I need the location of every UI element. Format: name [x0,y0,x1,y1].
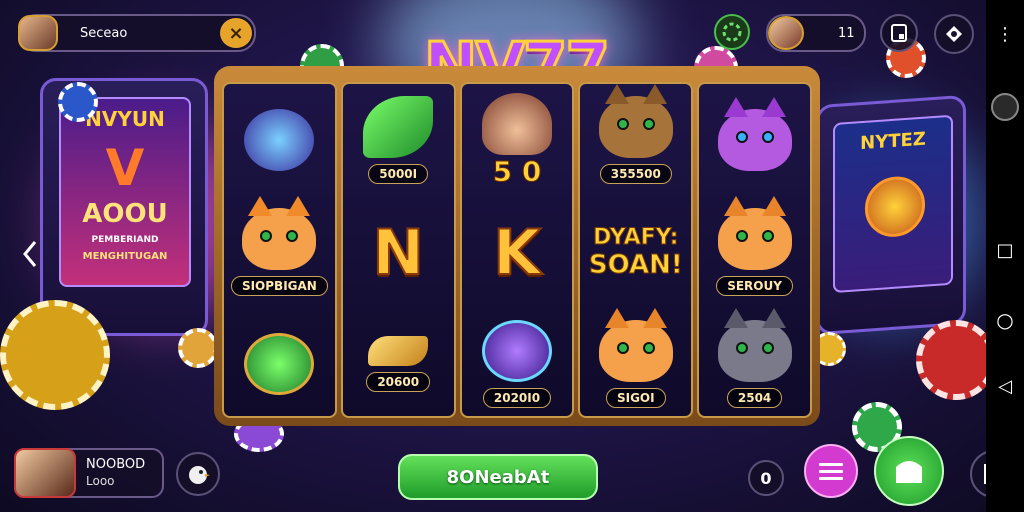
reel-2-cell-3: 20600 [343,308,454,416]
previous-arrow[interactable] [16,236,44,272]
reel-1-cell-1 [224,84,335,196]
poker-chip-red [916,320,996,400]
reel-2-cell-1: 5000I [343,84,454,196]
reel-1-value-2: SIOPBIGAN [230,276,328,296]
reel-4-cell-3: SIGOI [580,308,691,416]
player-avatar-icon [14,448,76,498]
golden-key-icon [368,336,429,366]
reel-5: SEROUY 2504 [697,82,812,418]
hat-girl-icon [481,92,552,155]
reel-3-value-3: 2020I0 [482,388,552,408]
cat-icon [242,196,317,270]
reels-area: SIOPBIGAN 5000I N 20600 5 0 K 2020I0 355… [222,82,812,418]
avatar-icon[interactable] [18,15,58,51]
cat-boss-icon [598,84,673,158]
badge-icon[interactable] [714,14,750,50]
left-machine-v-logo: V [105,139,145,197]
settings-shortcut-icon[interactable] [986,92,1024,122]
leaf-icon [363,96,434,158]
reel-5-value-2: SEROUY [716,276,793,296]
info-badge[interactable]: 0 [748,460,784,496]
reel-3-cell-2: K [462,196,573,308]
deposit-icon[interactable] [880,14,918,52]
home-icon[interactable]: ○ [986,308,1024,332]
reel-1-cell-3 [224,308,335,416]
green-bowl-icon [244,333,315,395]
left-machine-line1: PEMBERIAND [91,235,159,245]
menu-icon[interactable] [804,444,858,498]
left-machine-screen: NVYUN V AOOU PEMBERIAND MENGHITUGAN [59,97,191,287]
bottom-player-sub: Looo [86,474,115,488]
reel-2-value-3: 20600 [366,372,431,392]
left-machine-big-text: AOOU [82,199,168,229]
shop-bag-icon[interactable] [874,436,944,506]
reel-3: 5 0 K 2020I0 [459,82,575,418]
orange-cat-icon [717,196,792,270]
bottom-player-card[interactable]: NOOBOD Looo [14,448,164,498]
reel-5-cell-2: SEROUY [699,196,810,308]
banner-line-2: SOAN! [588,249,683,280]
letter-n: N [371,215,425,290]
spin-button[interactable]: 8ONeabAt [398,454,598,500]
player-name: Seceao [80,25,128,41]
reel-4-cell-2: DYAFY: SOAN! [580,196,691,308]
reel-4: 355500 DYAFY: SOAN! SIGOI [578,82,694,418]
player-profile-bar[interactable]: Seceao × [18,14,256,52]
letter-k: K [492,215,542,290]
close-icon[interactable]: × [220,18,252,48]
gem-bowl-icon [244,109,315,171]
wizard-cat-icon [598,308,673,382]
left-machine-line2: MENGHITUGAN [82,251,168,262]
support-icon[interactable] [934,14,974,54]
grey-cat-icon [717,308,792,382]
reel-1: SIOPBIGAN [222,82,337,418]
right-slot-machine: NYTEZ [816,94,966,336]
bird-icon[interactable] [176,452,220,496]
banner-line-1: DYAFY: [593,224,679,250]
magic-gem-icon [481,320,552,382]
right-machine-emblem [865,174,925,239]
reel-2-value-1: 5000I [368,164,429,184]
poker-chip-blue [58,82,98,122]
profile-icon [768,16,804,50]
poker-chip-small [178,328,218,368]
reel-5-cell-3: 2504 [699,308,810,416]
counter-value: 11 [838,25,855,41]
reel-4-value-3: SIGOI [605,388,666,408]
reel-3-cell-3: 2020I0 [462,308,573,416]
reel-4-cell-1: 355500 [580,84,691,196]
purple-cat-icon [717,97,792,171]
overflow-menu-icon[interactable]: ⋮ [986,22,1024,46]
poker-chip-gold [0,300,110,410]
coin-counter[interactable]: 11 [766,14,866,52]
reel-4-value-1: 355500 [599,164,672,184]
system-nav-bar: ⋮ □ ○ ◁ [986,0,1024,512]
reel-5-value-3: 2504 [726,388,783,408]
reel-3-cell-1: 5 0 [462,84,573,196]
reel-1-cell-2: SIOPBIGAN [224,196,335,308]
reel-3-bonus-value: 5 0 [492,154,542,188]
recent-apps-icon[interactable]: □ [986,238,1024,262]
bottom-player-name: NOOBOD [86,457,146,472]
back-icon[interactable]: ◁ [986,374,1024,398]
right-machine-title: NYTEZ [860,128,926,155]
reel-2: 5000I N 20600 [340,82,456,418]
reel-2-cell-2: N [343,196,454,308]
reel-5-cell-1 [699,84,810,196]
right-machine-screen: NYTEZ [833,114,953,294]
